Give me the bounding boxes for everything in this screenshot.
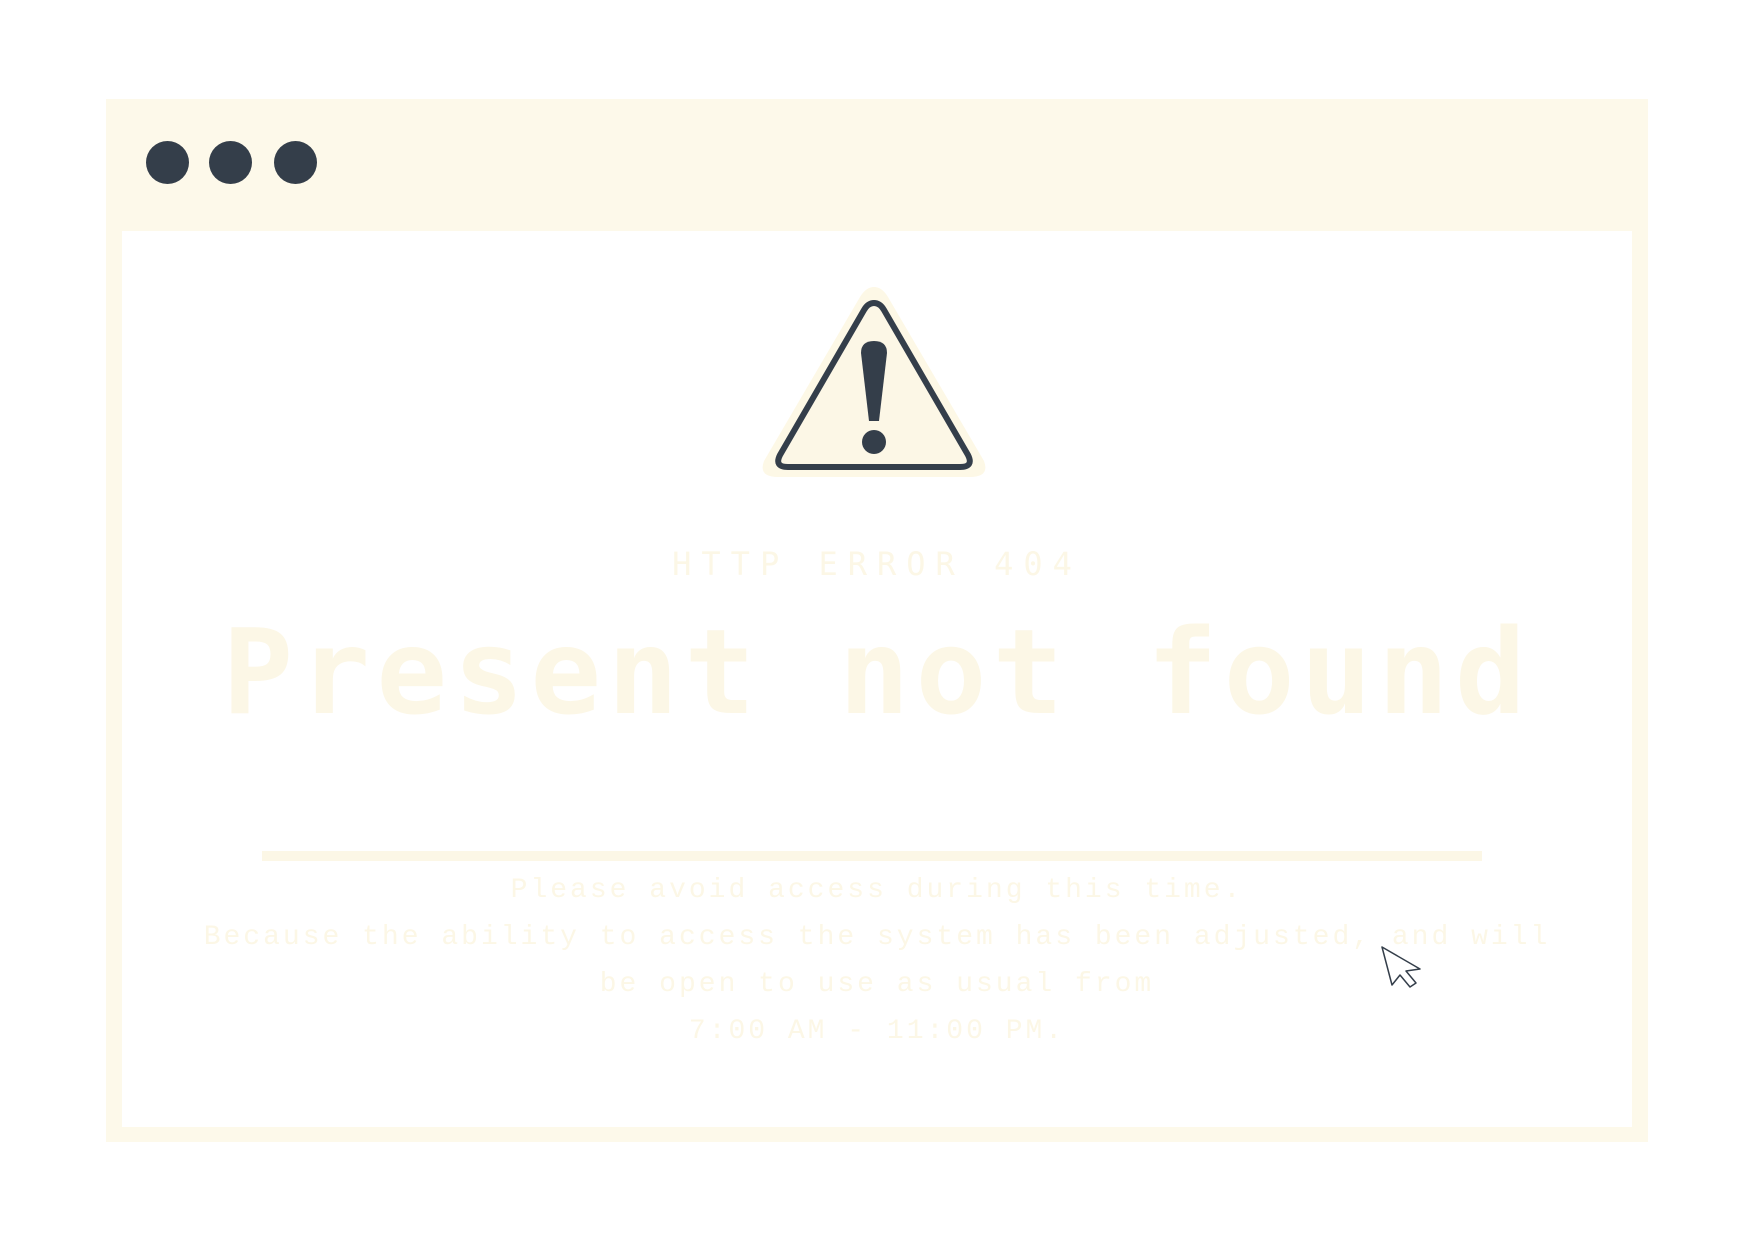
message-line: Please avoid access during this time. — [510, 875, 1244, 906]
window-dot-3[interactable] — [274, 141, 317, 184]
window-dot-1[interactable] — [146, 141, 189, 184]
page-content: HTTP ERROR 404 Present not found Please … — [122, 231, 1632, 1127]
window-dot-2[interactable] — [209, 141, 252, 184]
error-code: HTTP ERROR 404 — [672, 545, 1082, 583]
window-titlebar — [106, 99, 1648, 231]
mouse-pointer-icon — [1381, 946, 1421, 988]
message-line: 7:00 AM - 11:00 PM. — [688, 1016, 1066, 1047]
divider — [262, 851, 1482, 861]
page-title: Present not found — [222, 603, 1532, 741]
warning-triangle-icon — [762, 287, 986, 477]
